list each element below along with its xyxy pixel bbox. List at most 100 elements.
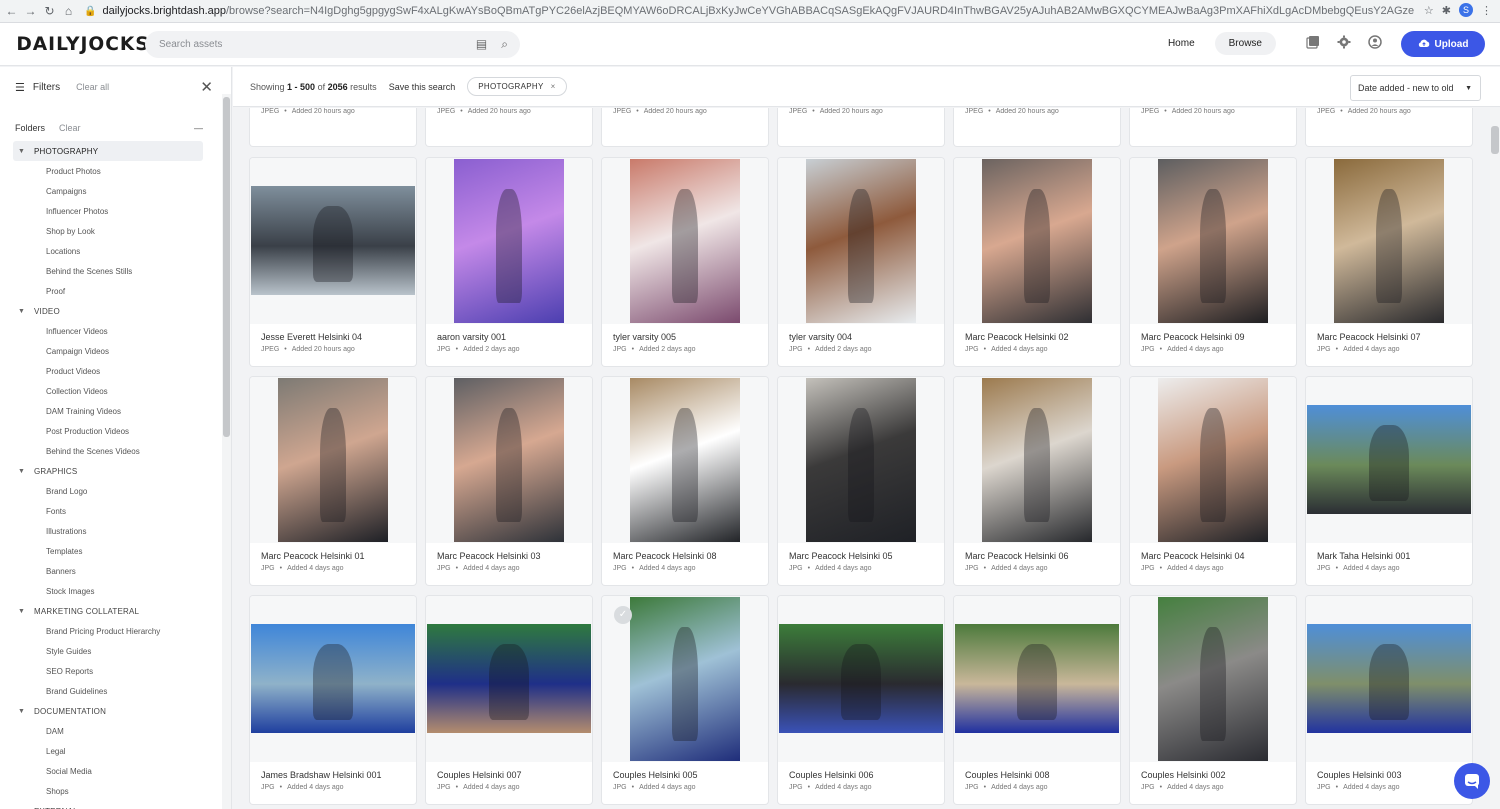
folder-category[interactable]: ▼ GRAPHICS: [0, 461, 231, 481]
asset-title[interactable]: James Bradshaw Helsinki 001: [261, 770, 382, 780]
asset-card[interactable]: Marc Peacock Helsinki 08 JPG • Added 4 days…: [602, 377, 768, 585]
asset-thumbnail-frame[interactable]: [954, 596, 1120, 762]
back-arrow-icon[interactable]: ←: [4, 4, 19, 18]
folder-item[interactable]: Social Media: [0, 761, 231, 781]
asset-card[interactable]: Jesse Everett Helsinki 02JPEG•Added 20 h…: [778, 108, 944, 146]
asset-thumbnail-frame[interactable]: [250, 158, 416, 324]
close-icon[interactable]: ✕: [200, 78, 213, 96]
asset-thumbnail-frame[interactable]: [778, 377, 944, 543]
asset-title[interactable]: Marc Peacock Helsinki 04: [1141, 551, 1245, 561]
asset-card[interactable]: James Bradshaw Helsinki 001 JPG • Added 4 d…: [250, 596, 416, 804]
asset-title[interactable]: Marc Peacock Helsinki 01: [261, 551, 365, 561]
asset-title[interactable]: Couples Helsinki 006: [789, 770, 874, 780]
asset-card[interactable]: tyler varsity 005 JPG • Added 2 days ago: [602, 158, 768, 366]
asset-card[interactable]: Couples Helsinki 003 JPG • Added 4 days ago: [1306, 596, 1472, 804]
bookmark-star-icon[interactable]: ☆: [1424, 4, 1434, 17]
asset-thumbnail-frame[interactable]: [778, 596, 944, 762]
chat-launcher-button[interactable]: [1454, 763, 1490, 799]
folder-item[interactable]: DAM Training Videos: [0, 401, 231, 421]
sidebar-scrollbar[interactable]: [222, 94, 231, 809]
asset-thumbnail-frame[interactable]: [250, 596, 416, 762]
upload-button[interactable]: Upload: [1401, 31, 1485, 57]
asset-thumbnail-frame[interactable]: [1306, 377, 1472, 543]
asset-title[interactable]: tyler varsity 004: [789, 332, 852, 342]
caret-down-icon[interactable]: ▼: [18, 468, 25, 475]
folder-item[interactable]: DAM: [0, 721, 231, 741]
asset-title[interactable]: Marc Peacock Helsinki 05: [789, 551, 893, 561]
kebab-menu-icon[interactable]: ⋮: [1481, 4, 1492, 17]
caret-down-icon[interactable]: ▼: [18, 608, 25, 615]
folder-item[interactable]: Product Photos: [0, 161, 231, 181]
asset-title[interactable]: Marc Peacock Helsinki 08: [613, 551, 717, 561]
folder-category[interactable]: ▼EXTERNAL: [0, 801, 231, 809]
folder-item[interactable]: Campaigns: [0, 181, 231, 201]
grid-scrollbar-thumb[interactable]: [1491, 126, 1499, 154]
folder-item[interactable]: Behind the Scenes Videos: [0, 441, 231, 461]
account-icon[interactable]: [1368, 35, 1382, 49]
folder-item[interactable]: Brand Logo: [0, 481, 231, 501]
folder-item[interactable]: Fonts: [0, 501, 231, 521]
asset-card[interactable]: Marc Peacock Helsinki 02 JPG • Added 4 days…: [954, 158, 1120, 366]
folder-item[interactable]: Brand Guidelines: [0, 681, 231, 701]
folder-item[interactable]: Stock Images: [0, 581, 231, 601]
caret-down-icon[interactable]: ▼: [18, 308, 25, 315]
asset-card[interactable]: Jesse Everett Helsinki 08JPEG•Added 20 h…: [426, 108, 592, 146]
asset-card[interactable]: Marc Peacock Helsinki 05 JPG • Added 4 days…: [778, 377, 944, 585]
asset-card[interactable]: Mark Taha Helsinki 001 JPG • Added 4 days a…: [1306, 377, 1472, 585]
asset-thumbnail-frame[interactable]: [426, 158, 592, 324]
asset-title[interactable]: Jesse Everett Helsinki 04: [261, 332, 362, 342]
folder-item[interactable]: Behind the Scenes Stills: [0, 261, 231, 281]
asset-thumbnail-frame[interactable]: [1130, 596, 1296, 762]
caret-down-icon[interactable]: ▼: [18, 708, 25, 715]
asset-title[interactable]: Couples Helsinki 002: [1141, 770, 1226, 780]
folder-item[interactable]: Shops: [0, 781, 231, 801]
caret-down-icon[interactable]: ▼: [18, 148, 25, 155]
folder-item[interactable]: Illustrations: [0, 521, 231, 541]
sort-select[interactable]: Date added - new to old ▼: [1350, 75, 1481, 101]
asset-title[interactable]: Couples Helsinki 008: [965, 770, 1050, 780]
asset-card[interactable]: Jesse Everett Helsinki 03JPEG•Added 20 h…: [602, 108, 768, 146]
save-search-link[interactable]: Save this search: [389, 82, 456, 92]
asset-card[interactable]: Marc Peacock Helsinki 09 JPG • Added 4 days…: [1130, 158, 1296, 366]
asset-title[interactable]: Marc Peacock Helsinki 02: [965, 332, 1069, 342]
folder-category[interactable]: ▼ MARKETING COLLATERAL: [0, 601, 231, 621]
folder-category[interactable]: ▼ PHOTOGRAPHY: [13, 141, 203, 161]
folder-category[interactable]: ▼ VIDEO: [0, 301, 231, 321]
folder-item[interactable]: SEO Reports: [0, 661, 231, 681]
asset-title[interactable]: Marc Peacock Helsinki 03: [437, 551, 541, 561]
asset-thumbnail-frame[interactable]: [1130, 377, 1296, 543]
asset-title[interactable]: tyler varsity 005: [613, 332, 676, 342]
asset-card[interactable]: Couples Helsinki 007 JPG • Added 4 days ago: [426, 596, 592, 804]
address-bar[interactable]: 🔒 dailyjocks.brightdash.app/browse?searc…: [84, 5, 1414, 17]
asset-card[interactable]: ✓ Couples Helsinki 005 JPG • Added 4 days ag…: [602, 596, 768, 804]
forward-arrow-icon[interactable]: →: [23, 4, 38, 18]
grid-scrollbar[interactable]: [1490, 108, 1500, 809]
asset-card[interactable]: Jesse Everett Helsinki 04 JPEG • Added 20 h…: [250, 158, 416, 366]
asset-title[interactable]: Marc Peacock Helsinki 09: [1141, 332, 1245, 342]
asset-card[interactable]: Couples Helsinki 002 JPG • Added 4 days ago: [1130, 596, 1296, 804]
folder-item[interactable]: Templates: [0, 541, 231, 561]
folders-clear-link[interactable]: Clear: [59, 123, 81, 133]
collections-icon[interactable]: [1306, 35, 1320, 49]
asset-title[interactable]: aaron varsity 001: [437, 332, 506, 342]
search-icon[interactable]: ⌕: [501, 37, 508, 52]
folder-category[interactable]: ▼ DOCUMENTATION: [0, 701, 231, 721]
folder-item[interactable]: Influencer Photos: [0, 201, 231, 221]
asset-card[interactable]: Marc Peacock Helsinki 04 JPG • Added 4 days…: [1130, 377, 1296, 585]
asset-title[interactable]: Couples Helsinki 005: [613, 770, 698, 780]
asset-card[interactable]: Couples Helsinki 006 JPG • Added 4 days ago: [778, 596, 944, 804]
extensions-puzzle-icon[interactable]: ✱: [1442, 4, 1451, 17]
brand-logo[interactable]: DAILYJOCKS: [16, 33, 149, 55]
home-icon[interactable]: ⌂: [61, 4, 76, 18]
asset-thumbnail-frame[interactable]: [426, 596, 592, 762]
asset-thumbnail-frame[interactable]: [1306, 158, 1472, 324]
asset-card[interactable]: Marc Peacock Helsinki 06 JPG • Added 4 days…: [954, 377, 1120, 585]
asset-card[interactable]: Jesse Everett Helsinki 06JPEG•Added 20 h…: [250, 108, 416, 146]
asset-thumbnail-frame[interactable]: [602, 158, 768, 324]
reload-icon[interactable]: ↻: [42, 4, 57, 18]
folder-item[interactable]: Proof: [0, 281, 231, 301]
asset-thumbnail-frame[interactable]: [954, 377, 1120, 543]
asset-card[interactable]: Marc Peacock Helsinki 07 JPG • Added 4 days…: [1306, 158, 1472, 366]
asset-title[interactable]: Marc Peacock Helsinki 06: [965, 551, 1069, 561]
gear-icon[interactable]: [1337, 35, 1351, 49]
